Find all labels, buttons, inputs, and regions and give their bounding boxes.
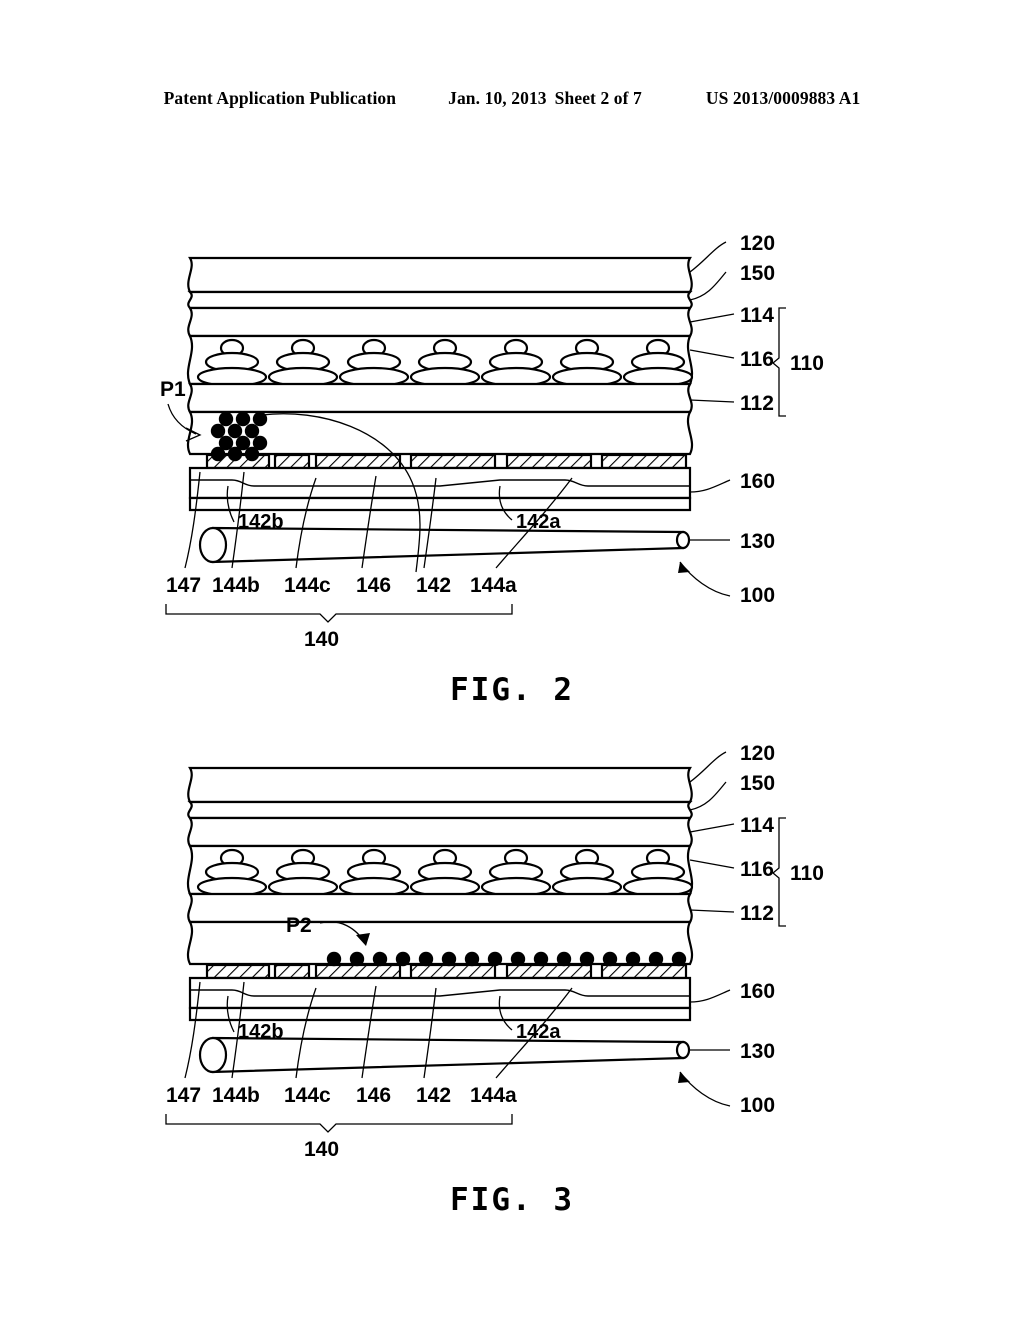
ref-label-120: 120 (740, 742, 775, 765)
bracket-140 (165, 1114, 513, 1133)
ref-label-144a: 144a (470, 1084, 517, 1107)
electrode-pad (505, 963, 593, 980)
layer-112 (187, 382, 693, 414)
ref-label-160: 160 (740, 980, 775, 1003)
layer-120-substrate (187, 766, 693, 804)
electrode-pad (314, 453, 402, 470)
layer-160-lower (188, 496, 692, 512)
ref-label-110: 110 (790, 352, 824, 375)
page-header: Patent Application Publication Jan. 10, … (0, 88, 1024, 109)
ref-label-100: 100 (740, 1094, 775, 1117)
leader-lines-right (689, 751, 735, 1051)
ref-label-100: 100 (740, 584, 775, 607)
electrode-pad (205, 453, 271, 470)
electrode-pad (600, 453, 688, 470)
ref-label-116: 116 (740, 858, 774, 881)
layer-150-film (187, 290, 693, 310)
ref-label-142b: 142b (238, 1021, 284, 1043)
ref-label-120: 120 (740, 232, 775, 255)
ref-label-130: 130 (740, 1040, 775, 1063)
electrode-pad (273, 453, 311, 470)
electrode-pad (273, 963, 311, 980)
ref-label-112: 112 (740, 902, 774, 925)
particle-label-p1: P1 (160, 378, 186, 401)
electrode-pad (409, 453, 497, 470)
arrow-to-100 (679, 1071, 731, 1107)
arrowhead-100 (678, 562, 690, 573)
figure-3-caption: FIG. 3 (450, 1182, 574, 1218)
bracket-110 (771, 817, 786, 927)
ref-label-130: 130 (740, 530, 775, 553)
ref-label-114: 114 (740, 304, 774, 327)
electrode-pad (205, 963, 271, 980)
header-sheet-text: Sheet 2 of 7 (554, 88, 642, 108)
layer-114 (187, 816, 693, 848)
layer-114 (187, 306, 693, 338)
ref-label-147: 147 (166, 1084, 201, 1107)
electrode-pad (314, 963, 402, 980)
ref-label-144b: 144b (212, 1084, 260, 1107)
electrode-pad (409, 963, 497, 980)
ref-label-144c: 144c (284, 574, 331, 597)
ref-label-110: 110 (790, 862, 824, 885)
ref-label-150: 150 (740, 262, 775, 285)
figure-2: 120 150 114 116 112 160 130 100 110 P1 1… (0, 210, 1024, 670)
layer-160-upper (188, 466, 692, 500)
bracket-110 (771, 307, 786, 417)
light-guide-rod-130 (198, 526, 691, 564)
leader-lines-right (689, 241, 735, 541)
ref-label-142: 142 (416, 1084, 451, 1107)
particle-label-p2: P2 (286, 914, 312, 937)
header-patent-number-text: US 2013/0009883 A1 (705, 88, 861, 108)
figure-3: 120 150 114 116 112 160 130 100 110 P2 1… (0, 720, 1024, 1180)
ref-label-114: 114 (740, 814, 774, 837)
layer-150-film (187, 800, 693, 820)
ref-label-144c: 144c (284, 1084, 331, 1107)
ref-label-160: 160 (740, 470, 775, 493)
arrowhead-100 (678, 1072, 690, 1083)
ref-label-150: 150 (740, 772, 775, 795)
ref-label-144b: 144b (212, 574, 260, 597)
electrode-pad-group (205, 963, 688, 980)
ref-label-142b: 142b (238, 511, 284, 533)
particle-cluster-p1 (210, 411, 268, 462)
layer-112 (187, 892, 693, 924)
light-guide-rod-130 (198, 1036, 691, 1074)
figure-3-drawing: 120 150 114 116 112 160 130 100 110 P2 1… (165, 742, 824, 1161)
ref-label-112: 112 (740, 392, 774, 415)
bracket-140 (165, 604, 513, 623)
header-publication-text: Patent Application Publication (163, 88, 397, 108)
ref-label-140: 140 (304, 628, 339, 651)
ref-label-140: 140 (304, 1138, 339, 1161)
arrow-to-100 (679, 561, 731, 597)
figure-2-caption: FIG. 2 (450, 672, 574, 708)
header-date-text: Jan. 10, 2013 (448, 88, 547, 108)
ref-label-142: 142 (416, 574, 451, 597)
ref-label-144a: 144a (470, 574, 517, 597)
ref-label-147: 147 (166, 574, 201, 597)
ref-label-146: 146 (356, 574, 391, 597)
electrode-pad (505, 453, 593, 470)
layer-160-upper (188, 976, 692, 1010)
ref-label-146: 146 (356, 1084, 391, 1107)
electrode-pad-group (205, 453, 688, 470)
layer-160-lower (188, 1006, 692, 1022)
electrode-pad (600, 963, 688, 980)
figure-2-drawing: 120 150 114 116 112 160 130 100 110 P1 1… (160, 232, 824, 651)
ref-label-116: 116 (740, 348, 774, 371)
ref-label-142a: 142a (516, 511, 561, 533)
ref-label-142a: 142a (516, 1021, 561, 1043)
layer-120-substrate (187, 256, 693, 294)
